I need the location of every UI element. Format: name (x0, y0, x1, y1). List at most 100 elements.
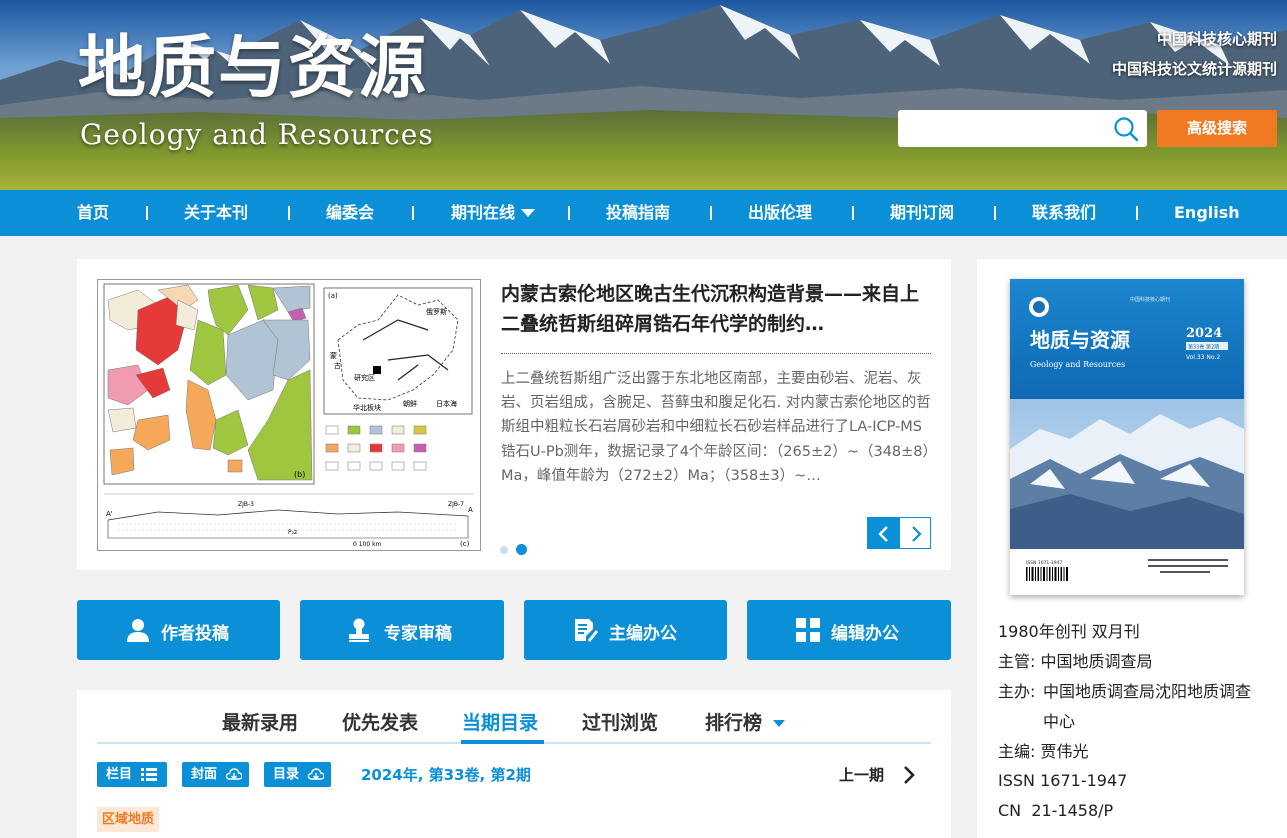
nav-item-english[interactable]: English (1174, 190, 1240, 236)
nav-item-journal-online[interactable]: 期刊在线 (451, 190, 536, 236)
panel-c-label: (c) (460, 540, 470, 548)
cover-year: 2024 (1186, 326, 1222, 341)
core-journal-tags: 中国科技核心期刊 中国科技论文统计源期刊 (1112, 24, 1277, 84)
editor-in-chief-office-button[interactable]: 主编办公 (524, 600, 727, 660)
nav-item-home[interactable]: 首页 (77, 190, 109, 236)
nav-item-submission-guide[interactable]: 投稿指南 (606, 190, 670, 236)
nav-divider (412, 206, 414, 220)
nav-item-about[interactable]: 关于本刊 (184, 190, 248, 236)
search-box (898, 110, 1147, 147)
panel-b-label: (b) (294, 470, 305, 479)
quick-link-label: 编辑办公 (831, 624, 899, 644)
expert-review-button[interactable]: 专家审稿 (300, 600, 504, 660)
nav-item-contact[interactable]: 联系我们 (1032, 190, 1096, 236)
barcode (1026, 567, 1068, 581)
nav-divider (568, 206, 570, 220)
profile-sample-zjb7: ZJB-7 (448, 501, 464, 508)
button-label: 栏目 (106, 767, 133, 782)
list-icon (141, 768, 157, 781)
title-divider (501, 353, 931, 354)
info-label: ISSN (998, 771, 1035, 790)
info-label: 主管: (998, 652, 1036, 671)
button-label: 封面 (191, 767, 218, 782)
journal-logo-en: Geology and Resources (80, 118, 434, 151)
info-value: 贾伟光 (1040, 742, 1089, 761)
main-nav: 首页 关于本刊 编委会 期刊在线 投稿指南 出版伦理 期刊订阅 联系我们 Eng… (0, 190, 1287, 236)
chevron-right-icon[interactable] (903, 765, 915, 785)
previous-issue-link[interactable]: 上一期 (839, 764, 884, 785)
cover-title-cn: 地质与资源 (1030, 328, 1130, 352)
header-banner: 地质与资源 Geology and Resources 中国科技核心期刊 中国科… (0, 0, 1287, 190)
current-issue-label: 2024年, 第33卷, 第2期 (361, 766, 531, 784)
articles-tab-panel: 最新录用 优先发表 当期目录 过刊浏览 排行榜 栏目 封面 目录 2024年, … (77, 690, 951, 838)
tab-online-first[interactable]: 优先发表 (342, 708, 418, 735)
featured-article-carousel: (b) (a) 俄罗斯 蒙 古 研究区 华北板块 朝鲜 日本海 A' A ZJB… (77, 259, 951, 570)
advanced-search-button[interactable]: 高级搜索 (1157, 110, 1277, 147)
author-submission-button[interactable]: 作者投稿 (77, 600, 280, 660)
supervisor-info: 主管: 中国地质调查局 (998, 651, 1153, 673)
user-icon (127, 619, 149, 642)
carousel-next-button[interactable] (899, 517, 931, 549)
panel-a-label: (a) (328, 292, 338, 300)
journal-cover-image[interactable]: 中国科技核心期刊 地质与资源 Geology and Resources 202… (1010, 279, 1244, 595)
article-figure-geologic-map[interactable]: (b) (a) 俄罗斯 蒙 古 研究区 华北板块 朝鲜 日本海 A' A ZJB… (97, 279, 481, 551)
north-china-plate-label: 华北板块 (353, 403, 381, 412)
search-input[interactable] (898, 110, 1103, 147)
info-label: 主办: (998, 682, 1036, 701)
korea-label: 朝鲜 (403, 399, 417, 408)
cover-volume: Vol.33 No.2 (1186, 354, 1220, 361)
founding-info: 1980年创刊 双月刊 (998, 622, 1140, 641)
caret-down-icon (772, 720, 785, 727)
tab-rankings[interactable]: 排行榜 (705, 708, 785, 735)
cloud-download-icon (308, 768, 324, 780)
info-label: CN (998, 801, 1022, 820)
tab-past-issues[interactable]: 过刊浏览 (582, 708, 658, 735)
carousel-dot-1[interactable] (500, 546, 508, 554)
cover-issn: ISSN 1671-1947 (1026, 560, 1063, 566)
quick-link-label: 作者投稿 (161, 624, 229, 644)
info-value: 21-1458/P (1031, 801, 1114, 820)
mongolia-label-1: 蒙 (330, 351, 337, 360)
journal-logo-cn[interactable]: 地质与资源 (78, 28, 428, 108)
nav-item-editorial-board[interactable]: 编委会 (326, 190, 374, 236)
tab-label: 排行榜 (705, 712, 763, 734)
caret-down-icon (521, 208, 536, 217)
russia-label: 俄罗斯 (426, 307, 447, 316)
sponsor-info: 主办: 中国地质调查局沈阳地质调查中心 (998, 677, 1258, 737)
featured-article-title[interactable]: 内蒙古索伦地区晚古生代沉积构造背景——来自上二叠统哲斯组碎屑锆石年代学的制约… (501, 279, 931, 339)
profile-point-a-prime: A' (106, 510, 113, 518)
search-icon[interactable] (1113, 116, 1139, 142)
japan-sea-label: 日本海 (436, 399, 457, 408)
tab-latest-accepted[interactable]: 最新录用 (222, 708, 298, 735)
study-area-label: 研究区 (354, 373, 375, 382)
nav-item-label: 期刊在线 (451, 203, 516, 222)
cn-info: CN 21-1458/P (998, 800, 1113, 822)
carousel-dot-2-active[interactable] (516, 544, 527, 555)
column-button[interactable]: 栏目 (97, 762, 167, 787)
tab-current-issue[interactable]: 当期目录 (462, 708, 538, 735)
journal-info-sidebar: 中国科技核心期刊 地质与资源 Geology and Resources 202… (977, 259, 1287, 838)
edit-document-icon (575, 619, 598, 642)
nav-item-subscribe[interactable]: 期刊订阅 (890, 190, 954, 236)
cover-artwork: 中国科技核心期刊 地质与资源 Geology and Resources 202… (1010, 279, 1244, 595)
info-value: 中国地质调查局沈阳地质调查中心 (1043, 682, 1252, 731)
geologic-map-figure: (b) (a) 俄罗斯 蒙 古 研究区 华北板块 朝鲜 日本海 A' A ZJB… (103, 283, 474, 548)
nav-divider (1136, 206, 1138, 220)
cover-issue-cn: 第33卷 第2期 (1188, 344, 1219, 351)
nav-divider (288, 206, 290, 220)
chevron-left-icon (878, 526, 888, 542)
nav-divider (852, 206, 854, 220)
issn-info: ISSN 1671-1947 (998, 770, 1127, 792)
nav-item-ethics[interactable]: 出版伦理 (748, 190, 812, 236)
chevron-right-icon (912, 526, 922, 542)
cover-download-button[interactable]: 封面 (182, 762, 249, 787)
toc-download-button[interactable]: 目录 (264, 762, 331, 787)
reviewer-stamp-icon (349, 618, 369, 642)
editorial-office-button[interactable]: 编辑办公 (747, 600, 951, 660)
cloud-download-icon (226, 768, 242, 780)
button-label: 目录 (273, 767, 300, 782)
carousel-prev-button[interactable] (867, 517, 899, 549)
featured-article-abstract: 上二叠统哲斯组广泛出露于东北地区南部，主要由砂岩、泥岩、灰岩、页岩组成，含腕足、… (501, 371, 931, 484)
nav-divider (994, 206, 996, 220)
cover-title-en: Geology and Resources (1030, 360, 1125, 369)
